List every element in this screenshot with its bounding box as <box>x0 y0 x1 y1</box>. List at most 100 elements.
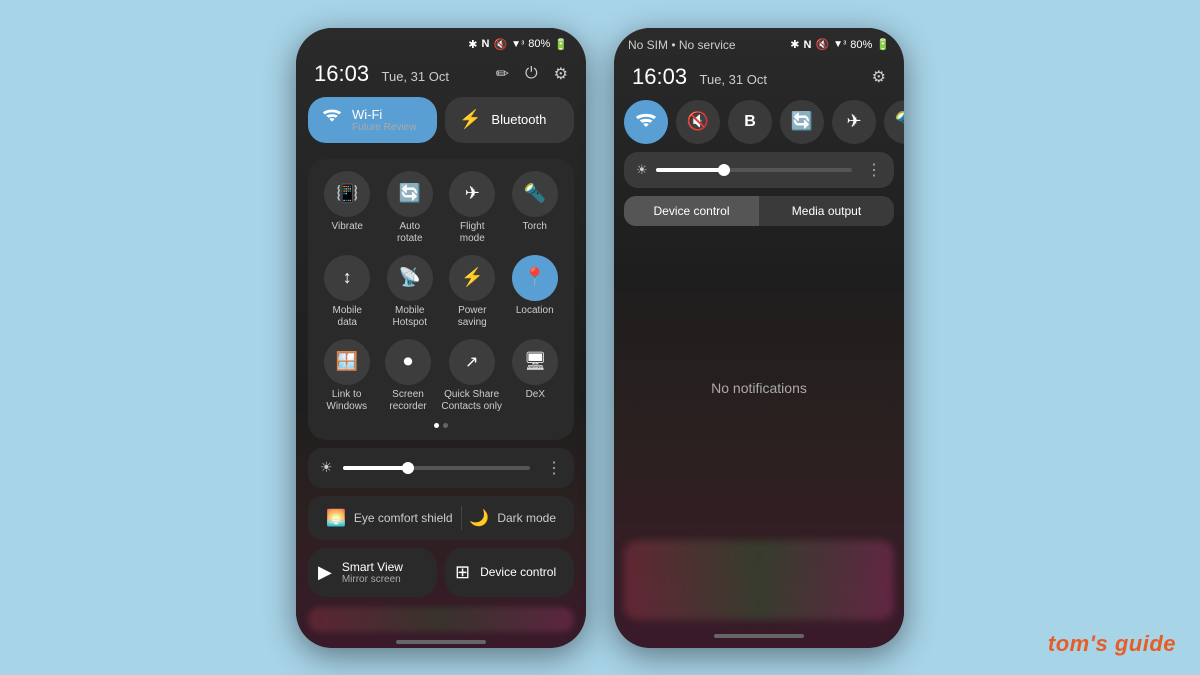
blurred-apps-right <box>624 540 894 620</box>
no-sim-text: No SIM • No service <box>628 38 736 52</box>
auto-rotate-icon: 🔄 <box>387 171 433 217</box>
app-bar-left <box>308 607 574 632</box>
rotate-quick-icon[interactable]: 🔄 <box>780 100 824 144</box>
bluetooth-tile[interactable]: ⚡ Bluetooth <box>445 97 574 143</box>
brightness-icon: ☀ <box>320 459 333 476</box>
power-saving-label: Powersaving <box>458 305 487 329</box>
home-bar-left <box>296 636 586 648</box>
home-bar-line-left <box>396 640 486 644</box>
brightness-menu-icon[interactable]: ⋮ <box>546 458 562 478</box>
comfort-row: 🌅 Eye comfort shield 🌙 Dark mode <box>308 496 574 540</box>
brightness-track[interactable] <box>343 466 530 470</box>
brightness-fill-r <box>656 168 725 172</box>
quick-share-tile[interactable]: ↗ Quick ShareContacts only <box>441 339 502 413</box>
device-control-icon: ⊞ <box>455 562 470 583</box>
phone-right: No SIM • No service ✱ N 🔇 ▼ᵌ 80% 🔋 16:03… <box>614 28 904 648</box>
smart-view-tile[interactable]: ▶ Smart View Mirror screen <box>308 548 437 597</box>
watermark-brand1: tom's <box>1048 631 1108 656</box>
vibrate-tile[interactable]: 📳 Vibrate <box>319 171 375 245</box>
bluetooth-label: Bluetooth <box>491 112 546 127</box>
page-dots <box>316 423 566 428</box>
torch-label: Torch <box>523 221 547 233</box>
wifi-sublabel: Future Review <box>352 122 416 133</box>
quick-share-icon: ↗ <box>449 339 495 385</box>
device-control-tab[interactable]: Device control <box>624 196 759 226</box>
status-icons-right: ✱ N 🔇 ▼ᵌ 80% 🔋 <box>790 38 890 51</box>
torch-tile[interactable]: 🔦 Torch <box>507 171 563 245</box>
battery-icon-r: 🔋 <box>876 38 890 51</box>
brightness-slider[interactable]: ☀ ⋮ <box>308 448 574 488</box>
wifi-tile[interactable]: Wi-Fi Future Review <box>308 97 437 143</box>
dark-mode-toggle[interactable]: 🌙 Dark mode <box>469 508 556 528</box>
device-control-label: Device control <box>480 565 556 579</box>
dex-icon: 🖥 <box>512 339 558 385</box>
device-control-tile[interactable]: ⊞ Device control <box>445 548 574 597</box>
date-left: Tue, 31 Oct <box>382 69 449 84</box>
notification-area: No notifications <box>614 236 904 540</box>
vibrate-icon: 📳 <box>324 171 370 217</box>
quick-tiles: Wi-Fi Future Review ⚡ Bluetooth <box>296 97 586 151</box>
dex-tile[interactable]: 🖥 DeX <box>507 339 563 413</box>
tab-row: Device control Media output <box>614 196 904 236</box>
bt-icon-r: ✱ <box>790 38 799 51</box>
comfort-divider <box>461 506 462 530</box>
power-icon[interactable]: ⏻ <box>525 65 538 83</box>
media-output-tab[interactable]: Media output <box>759 196 894 226</box>
battery-text: 80% <box>528 38 550 50</box>
mute-icon: 🔇 <box>493 38 507 51</box>
header-left: 16:03 Tue, 31 Oct ✏ ⏻ ⚙ <box>296 55 586 97</box>
link-windows-label: Link toWindows <box>326 389 367 413</box>
time-left: 16:03 <box>314 61 369 86</box>
mobile-hotspot-tile[interactable]: 📡 MobileHotspot <box>382 255 438 329</box>
dark-mode-icon: 🌙 <box>469 508 489 528</box>
flight-label: Flightmode <box>460 221 485 245</box>
dot-1 <box>434 423 439 428</box>
power-saving-tile[interactable]: ⚡ Powersaving <box>444 255 500 329</box>
signal-icon: ▼ᵌ <box>511 39 524 50</box>
brightness-track-r[interactable] <box>656 168 852 172</box>
status-icons-left: ✱ N 🔇 ▼ᵌ 80% 🔋 <box>468 38 568 51</box>
screen-recorder-icon: ⏺ <box>385 339 431 385</box>
settings-icon[interactable]: ⚙ <box>554 64 568 84</box>
home-bar-right <box>614 624 904 648</box>
location-icon: 📍 <box>512 255 558 301</box>
mute-quick-icon[interactable]: 🔇 <box>676 100 720 144</box>
brightness-slider-right[interactable]: ☀ ⋮ <box>624 152 894 188</box>
link-windows-tile[interactable]: 🪟 Link toWindows <box>319 339 375 413</box>
flight-quick-icon[interactable]: ✈ <box>832 100 876 144</box>
torch-icon: 🔦 <box>512 171 558 217</box>
brightness-fill <box>343 466 409 470</box>
no-notifications-text: No notifications <box>711 380 807 396</box>
link-windows-icon: 🪟 <box>324 339 370 385</box>
settings-icon-right[interactable]: ⚙ <box>872 67 886 87</box>
no-sim-bar: No SIM • No service ✱ N 🔇 ▼ᵌ 80% 🔋 <box>614 28 904 58</box>
quick-icons-row: 🔇 B 🔄 ✈ 🔦 <box>614 100 904 152</box>
location-label: Location <box>516 305 554 317</box>
nfc-icon-r: N <box>804 39 812 51</box>
mobile-data-icon: ↕ <box>324 255 370 301</box>
brightness-menu-r[interactable]: ⋮ <box>866 160 882 180</box>
pencil-icon[interactable]: ✏ <box>496 64 509 84</box>
bt-icon: ✱ <box>468 38 477 51</box>
mobile-data-tile[interactable]: ↕ Mobiledata <box>319 255 375 329</box>
screen-recorder-tile[interactable]: ⏺ Screenrecorder <box>380 339 436 413</box>
watermark: tom's guide <box>1048 631 1176 657</box>
hotspot-label: MobileHotspot <box>393 305 427 329</box>
flight-icon: ✈ <box>449 171 495 217</box>
smart-view-label: Smart View <box>342 560 403 574</box>
wifi-tile-icon <box>322 107 342 132</box>
torch-quick-icon[interactable]: 🔦 <box>884 100 904 144</box>
battery-text-r: 80% <box>850 39 872 51</box>
wifi-quick-icon[interactable] <box>624 100 668 144</box>
tiles-grid: 📳 Vibrate 🔄 Autorotate ✈ Flightmode 🔦 To… <box>308 159 574 440</box>
eye-comfort-icon: 🌅 <box>326 508 346 528</box>
flight-mode-tile[interactable]: ✈ Flightmode <box>444 171 500 245</box>
eye-comfort-toggle[interactable]: 🌅 Eye comfort shield <box>326 508 453 528</box>
smart-view-sublabel: Mirror screen <box>342 574 403 585</box>
quick-share-label: Quick ShareContacts only <box>441 389 502 413</box>
mute-icon-r: 🔇 <box>815 38 829 51</box>
bluetooth-quick-icon[interactable]: B <box>728 100 772 144</box>
brightness-icon-r: ☀ <box>636 162 648 178</box>
location-tile[interactable]: 📍 Location <box>507 255 563 329</box>
auto-rotate-tile[interactable]: 🔄 Autorotate <box>382 171 438 245</box>
